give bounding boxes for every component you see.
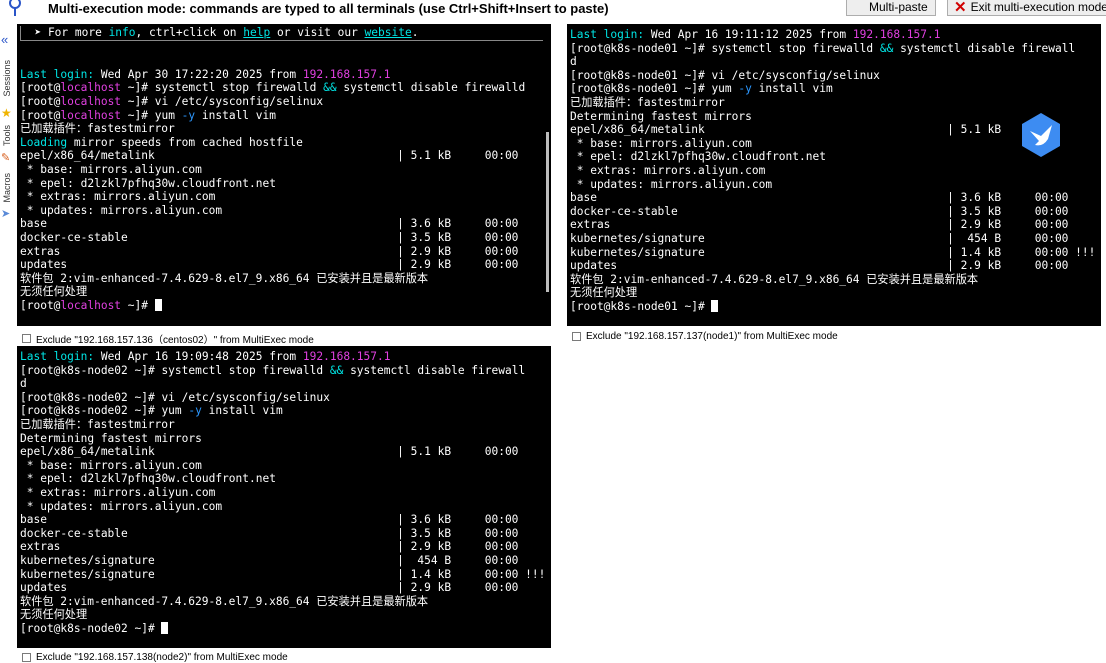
output-line: extras | 2.9 kB 00:00 [570, 218, 1069, 232]
app-bird-logo-icon [1022, 113, 1060, 157]
last-login-line: Last login: Wed Apr 16 19:09:48 2025 fro… [20, 350, 391, 363]
close-icon: ✕ [954, 0, 967, 16]
terminal-node2[interactable]: Last login: Wed Apr 16 19:09:48 2025 fro… [17, 346, 551, 648]
sessions-tab[interactable]: Sessions [2, 60, 12, 97]
command-line: [root@k8s-node02 ~]# yum -y install vim [20, 404, 283, 418]
checkbox[interactable] [572, 332, 581, 341]
terminal-info-line: ➤ For more info, ctrl+click on help or v… [20, 26, 543, 41]
output-line: extras | 2.9 kB 00:00 [20, 244, 519, 258]
output-line: 已加载插件：fastestmirror [20, 417, 175, 431]
output-line: 无须任何处理 [20, 285, 88, 299]
output-line: 无须任何处理 [20, 608, 88, 622]
star-icon: ★ [1, 106, 12, 120]
command-line: [root@k8s-node02 ~]# vi /etc/sysconfig/s… [20, 390, 330, 404]
exit-multiexec-button[interactable]: ✕ Exit multi-execution mode [947, 0, 1106, 16]
multiexec-toolbar: Multi-execution mode: commands are typed… [0, 0, 1106, 18]
output-line: * updates: mirrors.aliyun.com [20, 499, 223, 513]
mobaxterm-logo-icon [9, 0, 21, 16]
output-line: kubernetes/signature | 454 B 00:00 [20, 553, 519, 567]
prompt-line: [root@localhost ~]# [20, 298, 543, 313]
macros-icon: ➤ [1, 208, 11, 220]
terminal-centos02[interactable]: ➤ For more info, ctrl+click on help or v… [17, 24, 551, 326]
output-line: * updates: mirrors.aliyun.com [20, 203, 223, 217]
output-line: * updates: mirrors.aliyun.com [570, 177, 773, 191]
output-line: base | 3.6 kB 00:00 [20, 513, 519, 527]
output-line: 软件包 2:vim-enhanced-7.4.629-8.el7_9.x86_6… [20, 271, 429, 285]
exclude-terminal-3-checkbox[interactable]: Exclude "192.168.157.138(node2)" from Mu… [22, 652, 288, 663]
terminal-scrollbar[interactable] [546, 132, 549, 292]
checkbox[interactable] [22, 653, 31, 662]
website-link[interactable]: website [365, 26, 412, 39]
command-line: [root@localhost ~]# vi /etc/sysconfig/se… [20, 94, 324, 108]
output-line: 已加载插件：fastestmirror [570, 95, 725, 109]
exclude-label: Exclude "192.168.157.138(node2)" from Mu… [36, 652, 288, 663]
collapse-sidebar-icon[interactable]: « [1, 32, 14, 47]
multiexec-banner: Multi-execution mode: commands are typed… [48, 1, 609, 16]
output-line: docker-ce-stable | 3.5 kB 00:00 [20, 526, 519, 540]
output-line: 无须任何处理 [570, 286, 638, 300]
output-line: * epel: d2lzkl7pfhq30w.cloudfront.net [570, 150, 826, 164]
terminal-cursor [154, 298, 162, 311]
output-line: updates | 2.9 kB 00:00 [570, 259, 1069, 273]
tools-icon: ✎ [1, 152, 11, 164]
output-line: kubernetes/signature | 454 B 00:00 [570, 231, 1069, 245]
exclude-terminal-1-checkbox[interactable]: Exclude "192.168.157.136（centos02）" from… [22, 331, 314, 346]
output-line: 软件包 2:vim-enhanced-7.4.629-8.el7_9.x86_6… [570, 272, 979, 286]
help-link[interactable]: help [243, 26, 270, 39]
checkbox[interactable] [22, 334, 31, 343]
output-line: * epel: d2lzkl7pfhq30w.cloudfront.net [20, 176, 276, 190]
output-line: 已加载插件：fastestmirror [20, 122, 175, 136]
terminal-cursor [711, 299, 719, 312]
command-line: [root@localhost ~]# yum -y install vim [20, 108, 276, 122]
prompt-line: [root@k8s-node02 ~]# [20, 621, 543, 636]
output-line: * extras: mirrors.aliyun.com [570, 163, 766, 177]
exclude-terminal-2-checkbox[interactable]: Exclude "192.168.157.137(node1)" from Mu… [572, 331, 838, 342]
output-line: docker-ce-stable | 3.5 kB 00:00 [570, 204, 1069, 218]
output-line: updates | 2.9 kB 00:00 [20, 581, 519, 595]
output-line: * base: mirrors.aliyun.com [20, 162, 202, 176]
output-line: epel/x86_64/metalink | 5.1 kB 00:00 [20, 445, 519, 459]
multi-paste-button[interactable]: Multi-paste [846, 0, 936, 16]
output-line: * extras: mirrors.aliyun.com [20, 190, 216, 204]
output-line: epel/x86_64/metalink | 5.1 kB [570, 123, 1002, 137]
command-line: [root@k8s-node01 ~]# vi /etc/sysconfig/s… [570, 68, 880, 82]
output-line: Loading mirror speeds from cached hostfi… [20, 135, 303, 149]
output-line: Determining fastest mirrors [570, 109, 752, 123]
output-line: 软件包 2:vim-enhanced-7.4.629-8.el7_9.x86_6… [20, 594, 429, 608]
command-line-wrap: d [570, 55, 577, 69]
output-line: * base: mirrors.aliyun.com [20, 458, 202, 472]
left-sidebar: « Sessions ★ Tools ✎ Macros ➤ [0, 30, 15, 230]
output-line: kubernetes/signature | 1.4 kB 00:00 !!! [570, 245, 1096, 259]
prompt-line: [root@k8s-node01 ~]# [570, 299, 1093, 314]
output-line: * epel: d2lzkl7pfhq30w.cloudfront.net [20, 472, 276, 486]
terminal-cursor [161, 621, 169, 634]
multi-paste-label: Multi-paste [869, 0, 928, 14]
last-login-line: Last login: Wed Apr 16 19:11:12 2025 fro… [570, 28, 941, 41]
output-line: docker-ce-stable | 3.5 kB 00:00 [20, 230, 519, 244]
exclude-label: Exclude "192.168.157.136（centos02）" from… [36, 335, 314, 346]
macros-tab[interactable]: Macros [2, 173, 12, 203]
output-line: updates | 2.9 kB 00:00 [20, 258, 519, 272]
output-line: * extras: mirrors.aliyun.com [20, 485, 216, 499]
last-login-line: Last login: Wed Apr 30 17:22:20 2025 fro… [20, 67, 391, 81]
exclude-label: Exclude "192.168.157.137(node1)" from Mu… [586, 331, 838, 342]
exit-multiexec-label: Exit multi-execution mode [970, 0, 1106, 14]
terminal-node1[interactable]: Last login: Wed Apr 16 19:11:12 2025 fro… [567, 24, 1101, 326]
output-line: base | 3.6 kB 00:00 [20, 217, 519, 231]
command-line: [root@k8s-node01 ~]# systemctl stop fire… [570, 41, 1076, 55]
output-line: Determining fastest mirrors [20, 431, 202, 445]
command-line-wrap: d [20, 377, 27, 391]
command-line: [root@k8s-node01 ~]# yum -y install vim [570, 82, 833, 96]
output-line: extras | 2.9 kB 00:00 [20, 540, 519, 554]
command-line: [root@k8s-node02 ~]# systemctl stop fire… [20, 363, 526, 377]
output-line: epel/x86_64/metalink | 5.1 kB 00:00 [20, 149, 519, 163]
output-line: base | 3.6 kB 00:00 [570, 191, 1069, 205]
command-line: [root@localhost ~]# systemctl stop firew… [20, 81, 526, 95]
output-line: * base: mirrors.aliyun.com [570, 136, 752, 150]
output-line: kubernetes/signature | 1.4 kB 00:00 !!! [20, 567, 546, 581]
tools-tab[interactable]: Tools [2, 125, 12, 146]
